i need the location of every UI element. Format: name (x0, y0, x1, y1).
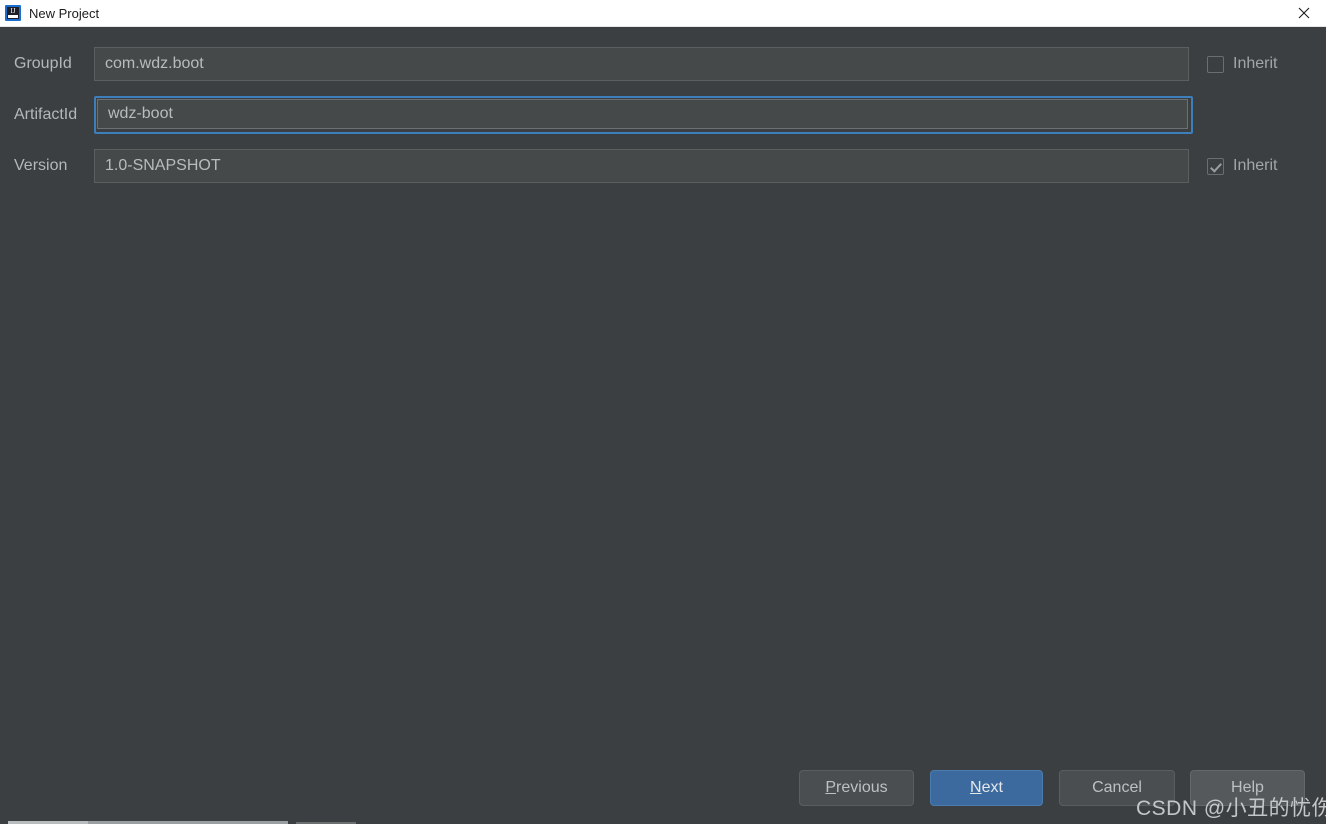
app-icon-bar (8, 15, 18, 18)
form-row-version: Version Inherit (0, 149, 1326, 183)
csdn-watermark: CSDN @小丑的忧伤 (1136, 797, 1326, 820)
form-row-groupid: GroupId Inherit (0, 47, 1326, 81)
version-inherit-checkbox[interactable] (1207, 157, 1224, 175)
groupid-inherit-label: Inherit (1233, 55, 1278, 72)
artifactid-field-wrap (94, 96, 1193, 134)
new-project-dialog: IJ New Project GroupId Inherit Artifact (0, 0, 1326, 824)
close-button[interactable] (1281, 0, 1326, 26)
version-label: Version (14, 157, 68, 174)
version-inherit-group[interactable]: Inherit (1207, 157, 1277, 175)
version-input[interactable] (94, 149, 1189, 183)
previous-label-rest: revious (836, 779, 888, 796)
close-icon (1298, 7, 1309, 19)
title-bar: IJ New Project (0, 0, 1326, 27)
previous-mnemonic: P (825, 779, 837, 796)
app-icon-label: IJ (10, 7, 16, 15)
window-title: New Project (29, 5, 100, 21)
artifactid-input[interactable] (97, 99, 1188, 129)
groupid-field-wrap (94, 47, 1189, 81)
intellij-idea-icon: IJ (5, 5, 21, 21)
previous-button[interactable]: Previous (799, 770, 914, 806)
next-button[interactable]: Next (930, 770, 1043, 806)
groupid-inherit-group[interactable]: Inherit (1207, 55, 1277, 73)
next-label-rest: ext (981, 779, 1003, 796)
artifactid-label: ArtifactId (14, 106, 78, 123)
version-field-wrap (94, 149, 1189, 183)
next-mnemonic: N (970, 779, 982, 796)
dialog-button-bar: Previous Next Cancel Help (0, 770, 1326, 810)
version-inherit-label: Inherit (1233, 157, 1278, 174)
groupid-inherit-checkbox[interactable] (1207, 55, 1224, 73)
groupid-label: GroupId (14, 55, 72, 72)
groupid-input[interactable] (94, 47, 1189, 81)
form-row-artifactid: ArtifactId (0, 96, 1326, 134)
